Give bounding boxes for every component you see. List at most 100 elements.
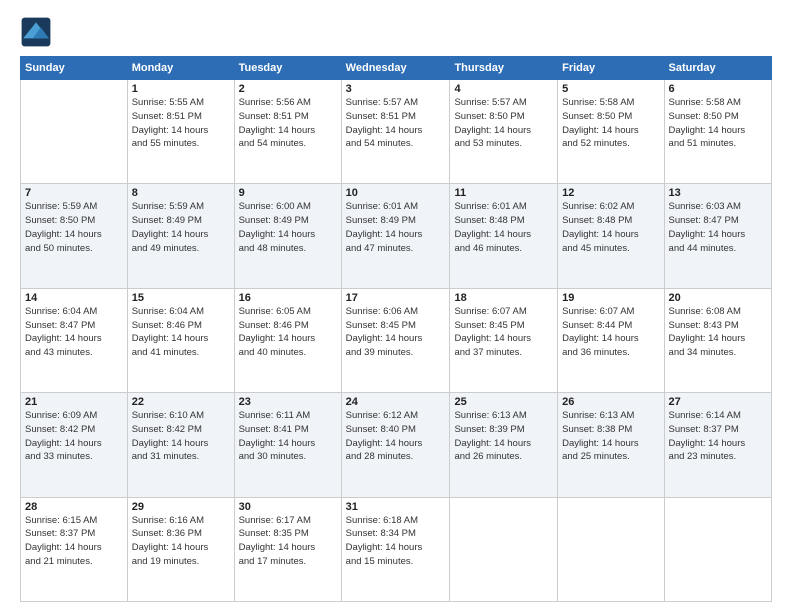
- calendar-week-4: 21Sunrise: 6:09 AM Sunset: 8:42 PM Dayli…: [21, 393, 772, 497]
- weekday-header-thursday: Thursday: [450, 57, 558, 80]
- day-number: 25: [454, 396, 553, 408]
- day-info: Sunrise: 5:57 AM Sunset: 8:50 PM Dayligh…: [454, 96, 553, 151]
- day-info: Sunrise: 5:55 AM Sunset: 8:51 PM Dayligh…: [132, 96, 230, 151]
- calendar-cell: 4Sunrise: 5:57 AM Sunset: 8:50 PM Daylig…: [450, 80, 558, 184]
- day-number: 29: [132, 501, 230, 513]
- day-info: Sunrise: 6:18 AM Sunset: 8:34 PM Dayligh…: [346, 514, 446, 569]
- calendar-cell: 11Sunrise: 6:01 AM Sunset: 8:48 PM Dayli…: [450, 184, 558, 288]
- day-info: Sunrise: 6:13 AM Sunset: 8:39 PM Dayligh…: [454, 409, 553, 464]
- day-info: Sunrise: 6:04 AM Sunset: 8:47 PM Dayligh…: [25, 305, 123, 360]
- calendar-cell: [450, 497, 558, 601]
- day-number: 2: [239, 83, 337, 95]
- calendar-cell: 27Sunrise: 6:14 AM Sunset: 8:37 PM Dayli…: [664, 393, 771, 497]
- calendar-cell: 15Sunrise: 6:04 AM Sunset: 8:46 PM Dayli…: [127, 288, 234, 392]
- day-info: Sunrise: 5:59 AM Sunset: 8:50 PM Dayligh…: [25, 200, 123, 255]
- calendar-cell: 28Sunrise: 6:15 AM Sunset: 8:37 PM Dayli…: [21, 497, 128, 601]
- calendar-cell: 3Sunrise: 5:57 AM Sunset: 8:51 PM Daylig…: [341, 80, 450, 184]
- day-info: Sunrise: 5:57 AM Sunset: 8:51 PM Dayligh…: [346, 96, 446, 151]
- day-number: 12: [562, 187, 659, 199]
- day-info: Sunrise: 5:58 AM Sunset: 8:50 PM Dayligh…: [562, 96, 659, 151]
- day-info: Sunrise: 6:17 AM Sunset: 8:35 PM Dayligh…: [239, 514, 337, 569]
- day-number: 18: [454, 292, 553, 304]
- day-info: Sunrise: 5:59 AM Sunset: 8:49 PM Dayligh…: [132, 200, 230, 255]
- day-info: Sunrise: 6:00 AM Sunset: 8:49 PM Dayligh…: [239, 200, 337, 255]
- logo: [20, 16, 56, 48]
- calendar-cell: [664, 497, 771, 601]
- weekday-header-tuesday: Tuesday: [234, 57, 341, 80]
- day-number: 9: [239, 187, 337, 199]
- calendar-cell: 26Sunrise: 6:13 AM Sunset: 8:38 PM Dayli…: [558, 393, 664, 497]
- day-number: 5: [562, 83, 659, 95]
- day-info: Sunrise: 6:10 AM Sunset: 8:42 PM Dayligh…: [132, 409, 230, 464]
- day-number: 16: [239, 292, 337, 304]
- day-info: Sunrise: 6:02 AM Sunset: 8:48 PM Dayligh…: [562, 200, 659, 255]
- day-number: 28: [25, 501, 123, 513]
- day-info: Sunrise: 6:04 AM Sunset: 8:46 PM Dayligh…: [132, 305, 230, 360]
- calendar-cell: 14Sunrise: 6:04 AM Sunset: 8:47 PM Dayli…: [21, 288, 128, 392]
- calendar-cell: 8Sunrise: 5:59 AM Sunset: 8:49 PM Daylig…: [127, 184, 234, 288]
- day-number: 23: [239, 396, 337, 408]
- calendar-week-5: 28Sunrise: 6:15 AM Sunset: 8:37 PM Dayli…: [21, 497, 772, 601]
- calendar-table: SundayMondayTuesdayWednesdayThursdayFrid…: [20, 56, 772, 602]
- weekday-header-monday: Monday: [127, 57, 234, 80]
- day-number: 30: [239, 501, 337, 513]
- day-number: 8: [132, 187, 230, 199]
- calendar-cell: 25Sunrise: 6:13 AM Sunset: 8:39 PM Dayli…: [450, 393, 558, 497]
- day-number: 1: [132, 83, 230, 95]
- calendar-cell: 12Sunrise: 6:02 AM Sunset: 8:48 PM Dayli…: [558, 184, 664, 288]
- day-number: 6: [669, 83, 767, 95]
- day-info: Sunrise: 6:01 AM Sunset: 8:49 PM Dayligh…: [346, 200, 446, 255]
- day-number: 22: [132, 396, 230, 408]
- calendar-cell: [21, 80, 128, 184]
- day-number: 20: [669, 292, 767, 304]
- calendar-cell: 30Sunrise: 6:17 AM Sunset: 8:35 PM Dayli…: [234, 497, 341, 601]
- calendar-header-row: SundayMondayTuesdayWednesdayThursdayFrid…: [21, 57, 772, 80]
- calendar-cell: 1Sunrise: 5:55 AM Sunset: 8:51 PM Daylig…: [127, 80, 234, 184]
- calendar-cell: 18Sunrise: 6:07 AM Sunset: 8:45 PM Dayli…: [450, 288, 558, 392]
- calendar-cell: 7Sunrise: 5:59 AM Sunset: 8:50 PM Daylig…: [21, 184, 128, 288]
- day-number: 4: [454, 83, 553, 95]
- day-number: 13: [669, 187, 767, 199]
- day-info: Sunrise: 5:56 AM Sunset: 8:51 PM Dayligh…: [239, 96, 337, 151]
- day-number: 7: [25, 187, 123, 199]
- weekday-header-wednesday: Wednesday: [341, 57, 450, 80]
- calendar-cell: 5Sunrise: 5:58 AM Sunset: 8:50 PM Daylig…: [558, 80, 664, 184]
- day-info: Sunrise: 6:09 AM Sunset: 8:42 PM Dayligh…: [25, 409, 123, 464]
- calendar-cell: 22Sunrise: 6:10 AM Sunset: 8:42 PM Dayli…: [127, 393, 234, 497]
- day-info: Sunrise: 6:07 AM Sunset: 8:45 PM Dayligh…: [454, 305, 553, 360]
- page: SundayMondayTuesdayWednesdayThursdayFrid…: [0, 0, 792, 612]
- day-info: Sunrise: 6:05 AM Sunset: 8:46 PM Dayligh…: [239, 305, 337, 360]
- day-number: 14: [25, 292, 123, 304]
- day-info: Sunrise: 6:01 AM Sunset: 8:48 PM Dayligh…: [454, 200, 553, 255]
- weekday-header-sunday: Sunday: [21, 57, 128, 80]
- calendar-cell: [558, 497, 664, 601]
- day-number: 19: [562, 292, 659, 304]
- calendar-cell: 10Sunrise: 6:01 AM Sunset: 8:49 PM Dayli…: [341, 184, 450, 288]
- day-info: Sunrise: 6:03 AM Sunset: 8:47 PM Dayligh…: [669, 200, 767, 255]
- day-info: Sunrise: 6:06 AM Sunset: 8:45 PM Dayligh…: [346, 305, 446, 360]
- day-info: Sunrise: 6:15 AM Sunset: 8:37 PM Dayligh…: [25, 514, 123, 569]
- day-info: Sunrise: 6:11 AM Sunset: 8:41 PM Dayligh…: [239, 409, 337, 464]
- day-info: Sunrise: 6:16 AM Sunset: 8:36 PM Dayligh…: [132, 514, 230, 569]
- calendar-cell: 13Sunrise: 6:03 AM Sunset: 8:47 PM Dayli…: [664, 184, 771, 288]
- calendar-week-2: 7Sunrise: 5:59 AM Sunset: 8:50 PM Daylig…: [21, 184, 772, 288]
- day-number: 15: [132, 292, 230, 304]
- day-number: 21: [25, 396, 123, 408]
- calendar-cell: 9Sunrise: 6:00 AM Sunset: 8:49 PM Daylig…: [234, 184, 341, 288]
- weekday-header-saturday: Saturday: [664, 57, 771, 80]
- day-info: Sunrise: 6:12 AM Sunset: 8:40 PM Dayligh…: [346, 409, 446, 464]
- header: [20, 16, 772, 48]
- weekday-header-friday: Friday: [558, 57, 664, 80]
- calendar-cell: 2Sunrise: 5:56 AM Sunset: 8:51 PM Daylig…: [234, 80, 341, 184]
- calendar-cell: 31Sunrise: 6:18 AM Sunset: 8:34 PM Dayli…: [341, 497, 450, 601]
- day-number: 27: [669, 396, 767, 408]
- day-info: Sunrise: 6:08 AM Sunset: 8:43 PM Dayligh…: [669, 305, 767, 360]
- logo-icon: [20, 16, 52, 48]
- calendar-cell: 29Sunrise: 6:16 AM Sunset: 8:36 PM Dayli…: [127, 497, 234, 601]
- calendar-cell: 24Sunrise: 6:12 AM Sunset: 8:40 PM Dayli…: [341, 393, 450, 497]
- calendar-cell: 21Sunrise: 6:09 AM Sunset: 8:42 PM Dayli…: [21, 393, 128, 497]
- calendar-cell: 17Sunrise: 6:06 AM Sunset: 8:45 PM Dayli…: [341, 288, 450, 392]
- calendar-week-3: 14Sunrise: 6:04 AM Sunset: 8:47 PM Dayli…: [21, 288, 772, 392]
- day-info: Sunrise: 5:58 AM Sunset: 8:50 PM Dayligh…: [669, 96, 767, 151]
- calendar-cell: 6Sunrise: 5:58 AM Sunset: 8:50 PM Daylig…: [664, 80, 771, 184]
